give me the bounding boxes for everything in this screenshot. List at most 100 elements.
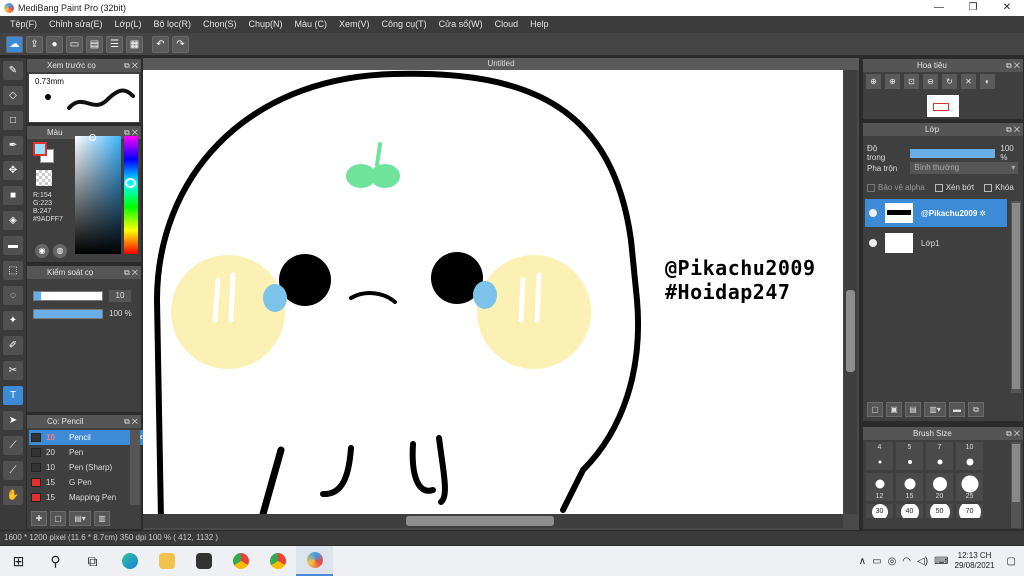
notification-icon[interactable]: ▢ xyxy=(1007,556,1016,567)
brush-size-cell[interactable]: 50 xyxy=(926,504,953,518)
foreground-color-swatch[interactable] xyxy=(33,142,47,156)
hue-marker[interactable] xyxy=(125,178,136,188)
fill-rect-icon[interactable]: ■ xyxy=(3,186,23,205)
move-icon[interactable]: ✥ xyxy=(3,161,23,180)
select-eraser-icon[interactable]: ✂ xyxy=(3,361,23,380)
operation-icon[interactable]: ➤ xyxy=(3,411,23,430)
brush-size-value[interactable]: 10 xyxy=(109,290,131,302)
chevron-up-icon[interactable]: ∧ xyxy=(859,556,866,567)
saturation-value-picker[interactable] xyxy=(75,136,121,254)
brush-icon[interactable]: ✎ xyxy=(3,61,23,80)
gear-icon[interactable]: ✲ xyxy=(979,209,986,218)
menu-file[interactable]: Tệp(F) xyxy=(4,16,43,33)
menu-help[interactable]: Help xyxy=(524,16,555,33)
volume-icon[interactable]: ◁) xyxy=(917,556,928,567)
layer-scroll-thumb[interactable] xyxy=(1012,203,1020,389)
select-pen-icon[interactable]: ✐ xyxy=(3,336,23,355)
zoom-actual-icon[interactable]: ⊡ xyxy=(904,74,919,89)
new-brush-icon[interactable]: ▢ xyxy=(50,511,66,526)
eyedropper-icon[interactable]: ⟋ xyxy=(3,436,23,455)
battery-icon[interactable]: ▭ xyxy=(872,556,881,567)
edge-icon[interactable] xyxy=(111,546,148,576)
brush-size-cell[interactable]: 12 xyxy=(866,473,893,501)
eye-icon[interactable] xyxy=(869,209,877,217)
menu-snap[interactable]: Chụp(N) xyxy=(243,16,289,33)
brush-size-cell[interactable]: 10 xyxy=(956,442,983,470)
menu-view[interactable]: Xem(V) xyxy=(333,16,376,33)
task-view-icon[interactable]: ⧉ xyxy=(74,546,111,576)
vscroll-thumb[interactable] xyxy=(846,290,855,372)
menu-tools[interactable]: Công cụ(T) xyxy=(376,16,433,33)
brush-menu-icon[interactable]: ▤▾ xyxy=(69,511,91,526)
panel-controls[interactable]: ⧉ ✕ xyxy=(124,415,138,428)
minimize-button[interactable]: — xyxy=(922,0,956,16)
canvas-horizontal-scrollbar[interactable] xyxy=(143,514,843,528)
brush-size-scrollbar[interactable] xyxy=(1011,442,1021,528)
new-image-layer-icon[interactable]: ▤ xyxy=(905,402,921,417)
eraser-icon[interactable]: ◇ xyxy=(3,86,23,105)
medibang-taskbar-icon[interactable] xyxy=(296,546,333,576)
settings-list-icon[interactable]: ☰ xyxy=(106,35,123,53)
new-halftone-layer-icon[interactable]: ▣ xyxy=(886,402,902,417)
layer-scrollbar[interactable] xyxy=(1011,201,1021,393)
transparent-color-swatch[interactable] xyxy=(36,170,52,186)
brush-size-cell[interactable]: 7 xyxy=(926,442,953,470)
brush-size-cell[interactable]: 70 xyxy=(956,504,983,518)
maximize-button[interactable]: ❐ xyxy=(956,0,990,16)
chrome-icon[interactable] xyxy=(222,546,259,576)
rectangle-icon[interactable]: □ xyxy=(3,111,23,130)
drawing-canvas[interactable]: @Pikachu2009 #Hoidap247 xyxy=(143,70,843,514)
brush-size-cell[interactable]: 15 xyxy=(896,473,923,501)
store-icon[interactable] xyxy=(185,546,222,576)
magic-wand-icon[interactable]: ✦ xyxy=(3,311,23,330)
zoom-in-icon[interactable]: ⊕ xyxy=(885,74,900,89)
brush-size-cell[interactable]: 4 xyxy=(866,442,893,470)
brush-size-cell[interactable]: 30 xyxy=(866,504,893,518)
panel-controls[interactable]: ⧉ ✕ xyxy=(124,266,138,279)
reset-icon[interactable]: ✕ xyxy=(961,74,976,89)
clip-checkbox[interactable] xyxy=(934,183,943,192)
duplicate-layer-icon[interactable]: ⧉ xyxy=(968,402,984,417)
gradient-icon[interactable]: ▬ xyxy=(3,236,23,255)
grid-icon[interactable]: ▦ xyxy=(126,35,143,53)
brush-list-scrollbar[interactable] xyxy=(130,430,140,505)
windows-start-icon[interactable]: ⊞ xyxy=(0,546,37,576)
layer-item[interactable]: @Pikachu2009 ✲ xyxy=(865,199,1007,227)
page-icon[interactable]: ▤ xyxy=(86,35,103,53)
menu-edit[interactable]: Chỉnh sửa(E) xyxy=(43,16,109,33)
hand-icon[interactable]: ✋ xyxy=(3,486,23,505)
folder-icon[interactable]: ▬ xyxy=(949,402,965,417)
comment-icon[interactable]: ● xyxy=(46,35,63,53)
pen-tool-icon[interactable]: ✒ xyxy=(3,136,23,155)
panel-controls[interactable]: ⧉ ✕ xyxy=(1006,123,1020,136)
undo-icon[interactable]: ↶ xyxy=(152,35,169,53)
redo-icon[interactable]: ↷ xyxy=(172,35,189,53)
brush-size-cell[interactable]: 20 xyxy=(926,473,953,501)
location-icon[interactable]: ◎ xyxy=(888,556,897,567)
navigator-thumbnail[interactable] xyxy=(927,95,959,117)
blend-mode-select[interactable]: Bình thường ▾ xyxy=(910,162,1019,174)
hue-slider[interactable] xyxy=(124,136,138,254)
cloud-icon[interactable]: ☁ xyxy=(6,35,23,53)
layer-item[interactable]: Lớp1 xyxy=(865,229,1007,257)
canvas-vertical-scrollbar[interactable] xyxy=(844,70,857,514)
menu-layer[interactable]: Lớp(L) xyxy=(109,16,148,33)
select-rect-icon[interactable]: ⬚ xyxy=(3,261,23,280)
sv-marker[interactable] xyxy=(89,134,96,141)
clock[interactable]: 12:13 CH 29/08/2021 xyxy=(955,551,995,571)
new-layer-icon[interactable]: ▢ xyxy=(867,402,883,417)
hscroll-thumb[interactable] xyxy=(406,516,554,526)
zoom-fit-icon[interactable]: ⊕ xyxy=(866,74,881,89)
palette2-icon[interactable]: ◍ xyxy=(53,244,67,258)
menu-window[interactable]: Cửa sổ(W) xyxy=(433,16,489,33)
lock-checkbox[interactable] xyxy=(984,183,993,192)
layer-opacity-slider[interactable] xyxy=(909,148,996,158)
rotate-icon[interactable]: ↻ xyxy=(942,74,957,89)
menu-cloud[interactable]: Cloud xyxy=(489,16,525,33)
brush-opacity-slider[interactable] xyxy=(33,309,103,319)
document-tab[interactable]: Untitled xyxy=(143,58,859,70)
flip-icon[interactable]: ◐ xyxy=(980,74,995,89)
add-brush-icon[interactable]: ✚ xyxy=(31,511,47,526)
brush-settings-icon[interactable]: ▥ xyxy=(94,511,110,526)
file-explorer-icon[interactable] xyxy=(148,546,185,576)
